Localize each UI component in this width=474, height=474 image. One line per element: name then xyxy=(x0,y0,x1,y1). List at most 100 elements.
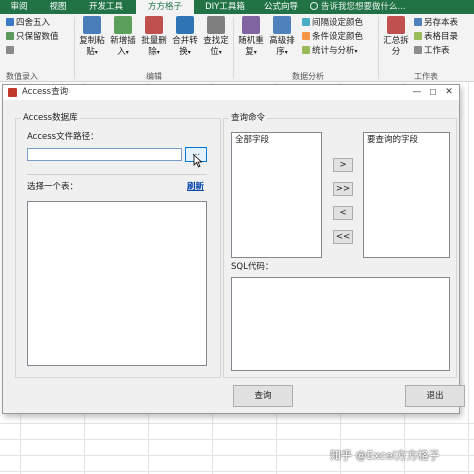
list-item[interactable]: 要查询的字段 xyxy=(367,135,418,146)
mouse-cursor-icon xyxy=(193,154,203,168)
move-all-left-button[interactable]: << xyxy=(333,230,353,244)
query-button-label: 查询 xyxy=(254,391,272,401)
chevron-down-icon: ▾ xyxy=(284,49,288,56)
copy-paste-icon xyxy=(83,16,101,34)
tab-formula-wizard[interactable]: 公式向导 xyxy=(256,0,306,14)
tab-review[interactable]: 审阅 xyxy=(0,0,38,14)
merge-icon xyxy=(176,16,194,34)
watermark: 知乎 @Excel方方格子 xyxy=(330,449,440,462)
grid-line xyxy=(0,423,474,424)
find-locate-label-2: 位 xyxy=(210,47,219,57)
tab-developer[interactable]: 开发工具 xyxy=(80,0,132,14)
find-locate-button[interactable]: 查找定 位▾ xyxy=(201,16,231,58)
merge-convert-label-2: 换 xyxy=(179,47,188,57)
grid-line xyxy=(0,439,474,440)
list-item[interactable]: 全部字段 xyxy=(235,135,269,146)
tab-diy-toolbox[interactable]: DIY工具箱 xyxy=(196,0,254,14)
advanced-sort-label-2: 序 xyxy=(276,47,285,57)
sql-code-textarea[interactable] xyxy=(231,277,450,371)
sheet-index-label: 表格目录 xyxy=(424,32,459,42)
app-icon xyxy=(8,88,17,97)
path-input[interactable] xyxy=(27,148,182,161)
merge-convert-button[interactable]: 合并转 换▾ xyxy=(170,16,200,58)
find-locate-label: 查找定 xyxy=(203,36,229,46)
batch-delete-label: 批量删 xyxy=(141,36,167,46)
copy-paste-label: 复制粘 xyxy=(79,36,105,46)
minimize-icon[interactable]: — xyxy=(409,85,425,100)
summary-split-button[interactable]: 汇总拆 分 xyxy=(381,16,411,58)
summary-split-label-2: 分 xyxy=(391,47,401,57)
all-fields-list[interactable]: 全部字段 xyxy=(231,132,322,258)
interval-color-button[interactable]: 间隔设定颜色 xyxy=(302,17,363,29)
refresh-link[interactable]: 刷新 xyxy=(187,182,204,193)
chevron-down-icon: ▾ xyxy=(94,49,98,56)
chevron-down-icon: ▾ xyxy=(156,49,160,56)
search-icon xyxy=(207,16,225,34)
tell-me-search[interactable]: 告诉我您想要做什么... xyxy=(310,0,406,14)
selected-fields-list[interactable]: 要查询的字段 xyxy=(363,132,450,258)
tab-fangfanggezi[interactable]: 方方格子 xyxy=(136,0,194,14)
worksheet-icon xyxy=(414,46,422,54)
interval-color-icon xyxy=(302,18,310,26)
insert-label: 新增插 xyxy=(110,36,136,46)
blank-icon xyxy=(6,46,14,54)
index-icon xyxy=(414,32,422,40)
ribbon-separator xyxy=(233,17,234,79)
copy-paste-button[interactable]: 复制粘 贴▾ xyxy=(77,16,107,58)
round-icon xyxy=(6,18,14,26)
chevron-down-icon: ▾ xyxy=(187,49,191,56)
insert-button[interactable]: 新增插 入▾ xyxy=(108,16,138,58)
move-all-left-label: << xyxy=(335,232,351,242)
random-repeat-label-2: 复 xyxy=(245,47,254,57)
move-all-right-label: >> xyxy=(335,184,351,194)
move-right-label: > xyxy=(339,160,347,170)
exit-button[interactable]: 退出 xyxy=(405,385,465,407)
dialog-titlebar[interactable]: Access查询 — ☐ ✕ xyxy=(3,85,459,100)
summary-split-icon xyxy=(387,16,405,34)
insert-icon xyxy=(114,16,132,34)
tab-view[interactable]: 视图 xyxy=(40,0,76,14)
random-icon xyxy=(242,16,260,34)
group-label-edit: 编辑 xyxy=(146,72,162,81)
access-db-legend: Access数据库 xyxy=(21,113,80,124)
blank-button[interactable] xyxy=(6,45,16,57)
advanced-sort-button[interactable]: 高级排 序▾ xyxy=(267,16,297,58)
statistics-label: 统计与分析 xyxy=(312,46,355,56)
lightbulb-icon xyxy=(310,2,318,10)
save-sheet-label: 另存本表 xyxy=(424,18,459,28)
statistics-button[interactable]: 统计与分析▾ xyxy=(302,45,358,57)
delete-icon xyxy=(145,16,163,34)
chevron-down-icon: ▾ xyxy=(125,49,129,56)
group-label-analysis: 数据分析 xyxy=(292,72,324,81)
table-list[interactable] xyxy=(27,201,207,366)
ribbon-separator xyxy=(378,17,379,79)
sheet-index-button[interactable]: 表格目录 xyxy=(414,31,458,43)
condition-color-label: 条件设定颜色 xyxy=(312,32,364,42)
chevron-down-icon: ▾ xyxy=(218,49,222,56)
access-query-dialog: Access查询 — ☐ ✕ Access数据库 Access文件路径： ...… xyxy=(2,84,465,414)
grid-line xyxy=(468,83,469,474)
condition-color-button[interactable]: 条件设定颜色 xyxy=(302,31,363,43)
sql-label: SQL代码： xyxy=(231,262,274,272)
random-repeat-button[interactable]: 随机重 复▾ xyxy=(236,16,266,58)
round-label: 四舍五入 xyxy=(16,18,51,28)
save-sheet-button[interactable]: 另存本表 xyxy=(414,17,458,29)
ribbon-body: 四舍五入 只保留数值 数值录入 复制粘 贴▾ 新增插 入▾ 批量删 除▾ 合并转… xyxy=(0,14,474,82)
move-left-button[interactable]: < xyxy=(333,206,353,220)
keep-values-icon xyxy=(6,32,14,40)
summary-split-label: 汇总拆 xyxy=(383,36,409,46)
access-db-group: Access数据库 Access文件路径： ... 选择一个表： 刷新 xyxy=(15,113,221,378)
keep-values-button[interactable]: 只保留数值 xyxy=(6,31,59,43)
batch-delete-button[interactable]: 批量删 除▾ xyxy=(139,16,169,58)
condition-color-icon xyxy=(302,32,310,40)
close-icon[interactable]: ✕ xyxy=(441,85,457,100)
round-button[interactable]: 四舍五入 xyxy=(6,17,50,29)
chevron-down-icon: ▾ xyxy=(354,48,358,55)
move-all-right-button[interactable]: >> xyxy=(333,182,353,196)
random-repeat-label: 随机重 xyxy=(238,36,264,46)
chevron-down-icon: ▾ xyxy=(253,49,257,56)
move-right-button[interactable]: > xyxy=(333,158,353,172)
worksheet-button[interactable]: 工作表 xyxy=(414,45,450,57)
maximize-icon[interactable]: ☐ xyxy=(425,85,441,100)
query-button[interactable]: 查询 xyxy=(233,385,293,407)
